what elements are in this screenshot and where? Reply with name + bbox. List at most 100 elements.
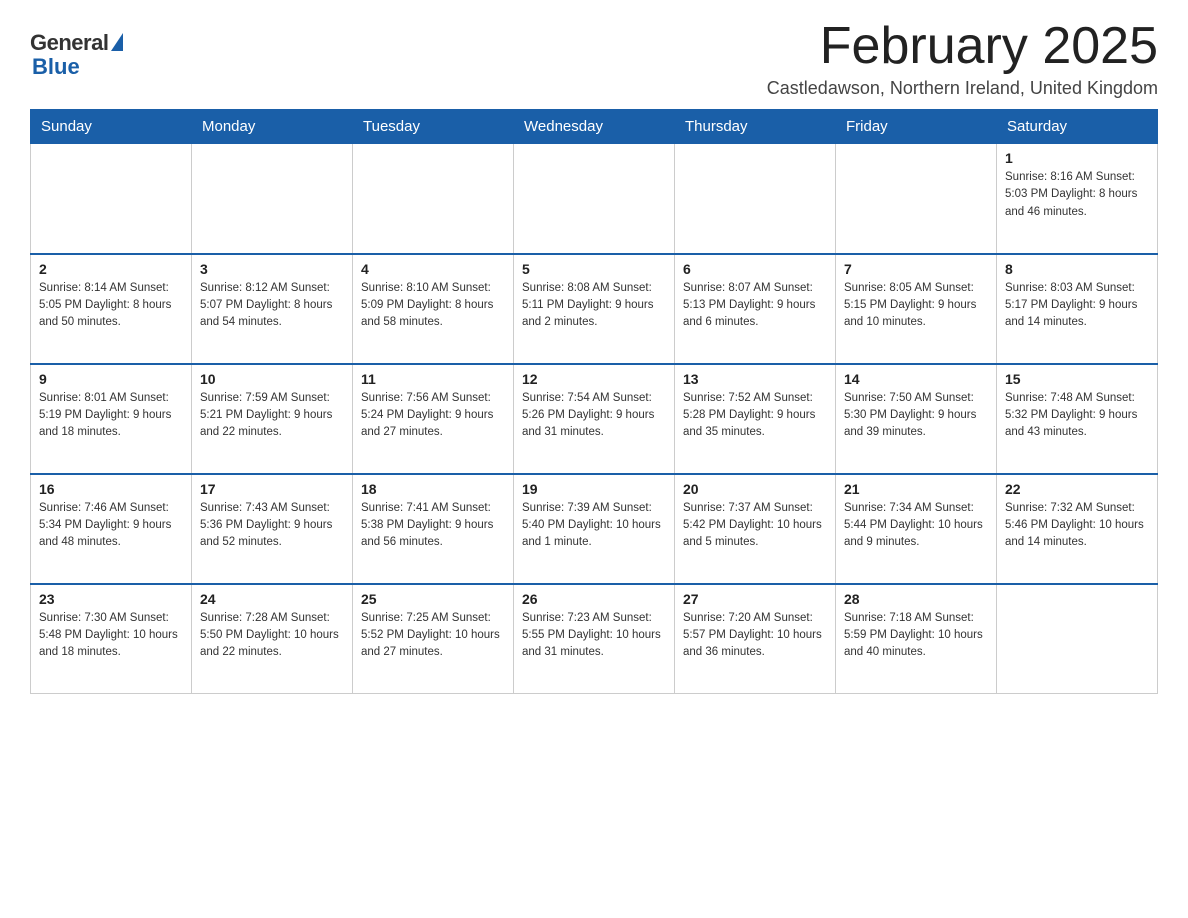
day-info: Sunrise: 7:50 AM Sunset: 5:30 PM Dayligh… <box>844 390 988 442</box>
day-number: 14 <box>844 371 988 387</box>
calendar-cell: 27 Sunrise: 7:20 AM Sunset: 5:57 PM Dayli… <box>675 584 836 694</box>
page-header: General Blue February 2025 Castledawson,… <box>30 20 1158 99</box>
day-info: Sunrise: 8:03 AM Sunset: 5:17 PM Dayligh… <box>1005 280 1149 332</box>
calendar-header-row: SundayMondayTuesdayWednesdayThursdayFrid… <box>31 110 1158 144</box>
calendar-cell: 26 Sunrise: 7:23 AM Sunset: 5:55 PM Dayli… <box>514 584 675 694</box>
day-info: Sunrise: 7:48 AM Sunset: 5:32 PM Dayligh… <box>1005 390 1149 442</box>
logo-general-text: General <box>30 30 108 56</box>
calendar-cell: 8 Sunrise: 8:03 AM Sunset: 5:17 PM Daylig… <box>997 254 1158 364</box>
calendar-cell: 20 Sunrise: 7:37 AM Sunset: 5:42 PM Dayli… <box>675 474 836 584</box>
day-number: 20 <box>683 481 827 497</box>
day-info: Sunrise: 7:54 AM Sunset: 5:26 PM Dayligh… <box>522 390 666 442</box>
week-row-5: 23 Sunrise: 7:30 AM Sunset: 5:48 PM Dayli… <box>31 584 1158 694</box>
day-info: Sunrise: 7:41 AM Sunset: 5:38 PM Dayligh… <box>361 500 505 552</box>
day-number: 5 <box>522 261 666 277</box>
day-info: Sunrise: 8:10 AM Sunset: 5:09 PM Dayligh… <box>361 280 505 332</box>
calendar-cell: 24 Sunrise: 7:28 AM Sunset: 5:50 PM Dayli… <box>192 584 353 694</box>
logo-triangle-icon <box>111 33 123 51</box>
day-header-thursday: Thursday <box>675 110 836 144</box>
day-number: 12 <box>522 371 666 387</box>
day-info: Sunrise: 8:08 AM Sunset: 5:11 PM Dayligh… <box>522 280 666 332</box>
day-header-tuesday: Tuesday <box>353 110 514 144</box>
day-info: Sunrise: 8:16 AM Sunset: 5:03 PM Dayligh… <box>1005 169 1149 221</box>
day-number: 10 <box>200 371 344 387</box>
calendar-cell: 25 Sunrise: 7:25 AM Sunset: 5:52 PM Dayli… <box>353 584 514 694</box>
day-info: Sunrise: 8:14 AM Sunset: 5:05 PM Dayligh… <box>39 280 183 332</box>
calendar-cell: 22Sunrise: 7:32 AM Sunset: 5:46 PM Dayli… <box>997 474 1158 584</box>
day-header-friday: Friday <box>836 110 997 144</box>
day-number: 9 <box>39 371 183 387</box>
day-number: 22 <box>1005 481 1149 497</box>
day-info: Sunrise: 7:56 AM Sunset: 5:24 PM Dayligh… <box>361 390 505 442</box>
calendar-cell: 17Sunrise: 7:43 AM Sunset: 5:36 PM Dayli… <box>192 474 353 584</box>
calendar-cell <box>997 584 1158 694</box>
calendar-cell <box>675 144 836 254</box>
calendar-cell: 14 Sunrise: 7:50 AM Sunset: 5:30 PM Dayli… <box>836 364 997 474</box>
day-info: Sunrise: 7:52 AM Sunset: 5:28 PM Dayligh… <box>683 390 827 442</box>
week-row-1: 1 Sunrise: 8:16 AM Sunset: 5:03 PM Daylig… <box>31 144 1158 254</box>
day-number: 1 <box>1005 150 1149 166</box>
day-info: Sunrise: 7:30 AM Sunset: 5:48 PM Dayligh… <box>39 610 183 662</box>
day-number: 15 <box>1005 371 1149 387</box>
day-number: 18 <box>361 481 505 497</box>
day-info: Sunrise: 7:59 AM Sunset: 5:21 PM Dayligh… <box>200 390 344 442</box>
calendar-cell: 28Sunrise: 7:18 AM Sunset: 5:59 PM Dayli… <box>836 584 997 694</box>
calendar-cell: 15 Sunrise: 7:48 AM Sunset: 5:32 PM Dayli… <box>997 364 1158 474</box>
calendar-cell: 12 Sunrise: 7:54 AM Sunset: 5:26 PM Dayli… <box>514 364 675 474</box>
day-info: Sunrise: 7:28 AM Sunset: 5:50 PM Dayligh… <box>200 610 344 662</box>
calendar-cell: 10 Sunrise: 7:59 AM Sunset: 5:21 PM Dayli… <box>192 364 353 474</box>
calendar-table: SundayMondayTuesdayWednesdayThursdayFrid… <box>30 109 1158 694</box>
day-info: Sunrise: 7:25 AM Sunset: 5:52 PM Dayligh… <box>361 610 505 662</box>
day-info: Sunrise: 7:39 AM Sunset: 5:40 PM Dayligh… <box>522 500 666 552</box>
week-row-3: 9Sunrise: 8:01 AM Sunset: 5:19 PM Daylig… <box>31 364 1158 474</box>
day-number: 13 <box>683 371 827 387</box>
day-info: Sunrise: 7:37 AM Sunset: 5:42 PM Dayligh… <box>683 500 827 552</box>
calendar-cell: 6 Sunrise: 8:07 AM Sunset: 5:13 PM Daylig… <box>675 254 836 364</box>
month-title: February 2025 <box>767 20 1158 72</box>
calendar-cell: 13 Sunrise: 7:52 AM Sunset: 5:28 PM Dayli… <box>675 364 836 474</box>
day-info: Sunrise: 8:05 AM Sunset: 5:15 PM Dayligh… <box>844 280 988 332</box>
calendar-cell: 11 Sunrise: 7:56 AM Sunset: 5:24 PM Dayli… <box>353 364 514 474</box>
calendar-cell: 3 Sunrise: 8:12 AM Sunset: 5:07 PM Daylig… <box>192 254 353 364</box>
calendar-cell: 2 Sunrise: 8:14 AM Sunset: 5:05 PM Daylig… <box>31 254 192 364</box>
week-row-4: 16 Sunrise: 7:46 AM Sunset: 5:34 PM Dayli… <box>31 474 1158 584</box>
day-number: 2 <box>39 261 183 277</box>
day-info: Sunrise: 7:46 AM Sunset: 5:34 PM Dayligh… <box>39 500 183 552</box>
day-header-sunday: Sunday <box>31 110 192 144</box>
logo-blue-text: Blue <box>32 54 80 80</box>
calendar-cell: 5 Sunrise: 8:08 AM Sunset: 5:11 PM Daylig… <box>514 254 675 364</box>
day-number: 7 <box>844 261 988 277</box>
calendar-cell <box>353 144 514 254</box>
day-number: 4 <box>361 261 505 277</box>
day-header-saturday: Saturday <box>997 110 1158 144</box>
day-number: 3 <box>200 261 344 277</box>
day-number: 6 <box>683 261 827 277</box>
day-number: 25 <box>361 591 505 607</box>
calendar-cell <box>192 144 353 254</box>
day-number: 23 <box>39 591 183 607</box>
day-number: 16 <box>39 481 183 497</box>
day-info: Sunrise: 8:07 AM Sunset: 5:13 PM Dayligh… <box>683 280 827 332</box>
calendar-cell: 1 Sunrise: 8:16 AM Sunset: 5:03 PM Daylig… <box>997 144 1158 254</box>
day-info: Sunrise: 7:20 AM Sunset: 5:57 PM Dayligh… <box>683 610 827 662</box>
calendar-cell: 19 Sunrise: 7:39 AM Sunset: 5:40 PM Dayli… <box>514 474 675 584</box>
day-info: Sunrise: 7:18 AM Sunset: 5:59 PM Dayligh… <box>844 610 988 662</box>
day-info: Sunrise: 8:12 AM Sunset: 5:07 PM Dayligh… <box>200 280 344 332</box>
day-info: Sunrise: 7:23 AM Sunset: 5:55 PM Dayligh… <box>522 610 666 662</box>
day-info: Sunrise: 7:34 AM Sunset: 5:44 PM Dayligh… <box>844 500 988 552</box>
calendar-cell: 18 Sunrise: 7:41 AM Sunset: 5:38 PM Dayli… <box>353 474 514 584</box>
day-number: 27 <box>683 591 827 607</box>
day-info: Sunrise: 7:43 AM Sunset: 5:36 PM Dayligh… <box>200 500 344 552</box>
day-number: 19 <box>522 481 666 497</box>
calendar-cell <box>836 144 997 254</box>
location-text: Castledawson, Northern Ireland, United K… <box>767 78 1158 99</box>
day-number: 8 <box>1005 261 1149 277</box>
calendar-cell <box>514 144 675 254</box>
calendar-cell: 16 Sunrise: 7:46 AM Sunset: 5:34 PM Dayli… <box>31 474 192 584</box>
day-number: 26 <box>522 591 666 607</box>
calendar-cell: 9Sunrise: 8:01 AM Sunset: 5:19 PM Daylig… <box>31 364 192 474</box>
calendar-cell: 7 Sunrise: 8:05 AM Sunset: 5:15 PM Daylig… <box>836 254 997 364</box>
title-block: February 2025 Castledawson, Northern Ire… <box>767 20 1158 99</box>
day-number: 11 <box>361 371 505 387</box>
day-number: 24 <box>200 591 344 607</box>
